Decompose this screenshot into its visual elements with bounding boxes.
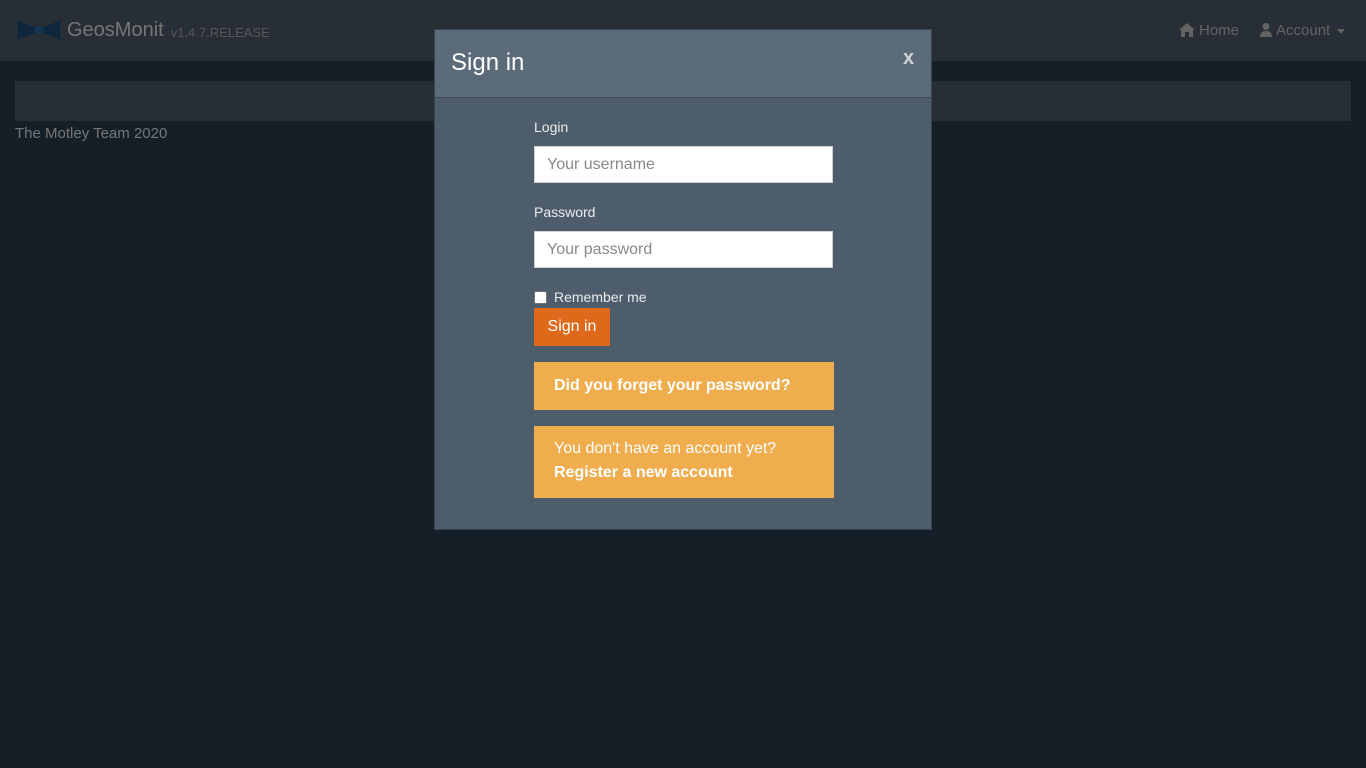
modal-header: Sign in x — [435, 30, 931, 98]
signin-button[interactable]: Sign in — [534, 308, 610, 346]
remember-me-checkbox[interactable] — [534, 290, 547, 304]
register-link[interactable]: Register a new account — [554, 461, 814, 485]
modal-title: Sign in — [451, 49, 525, 76]
no-account-text: You don't have an account yet? — [554, 440, 777, 457]
remember-me-label[interactable]: Remember me — [554, 289, 647, 305]
login-label: Login — [534, 119, 569, 135]
username-input[interactable] — [534, 146, 833, 183]
password-label: Password — [534, 204, 596, 220]
forgot-password-link[interactable]: Did you forget your password? — [554, 374, 790, 398]
remember-me[interactable]: Remember me — [534, 289, 647, 305]
signin-modal: Sign in x Login Password Remember me Sig… — [434, 29, 932, 530]
register-alert: You don't have an account yet? Register … — [534, 426, 834, 498]
close-button[interactable]: x — [903, 48, 914, 68]
password-input[interactable] — [534, 231, 833, 268]
forgot-password-alert: Did you forget your password? — [534, 362, 834, 410]
